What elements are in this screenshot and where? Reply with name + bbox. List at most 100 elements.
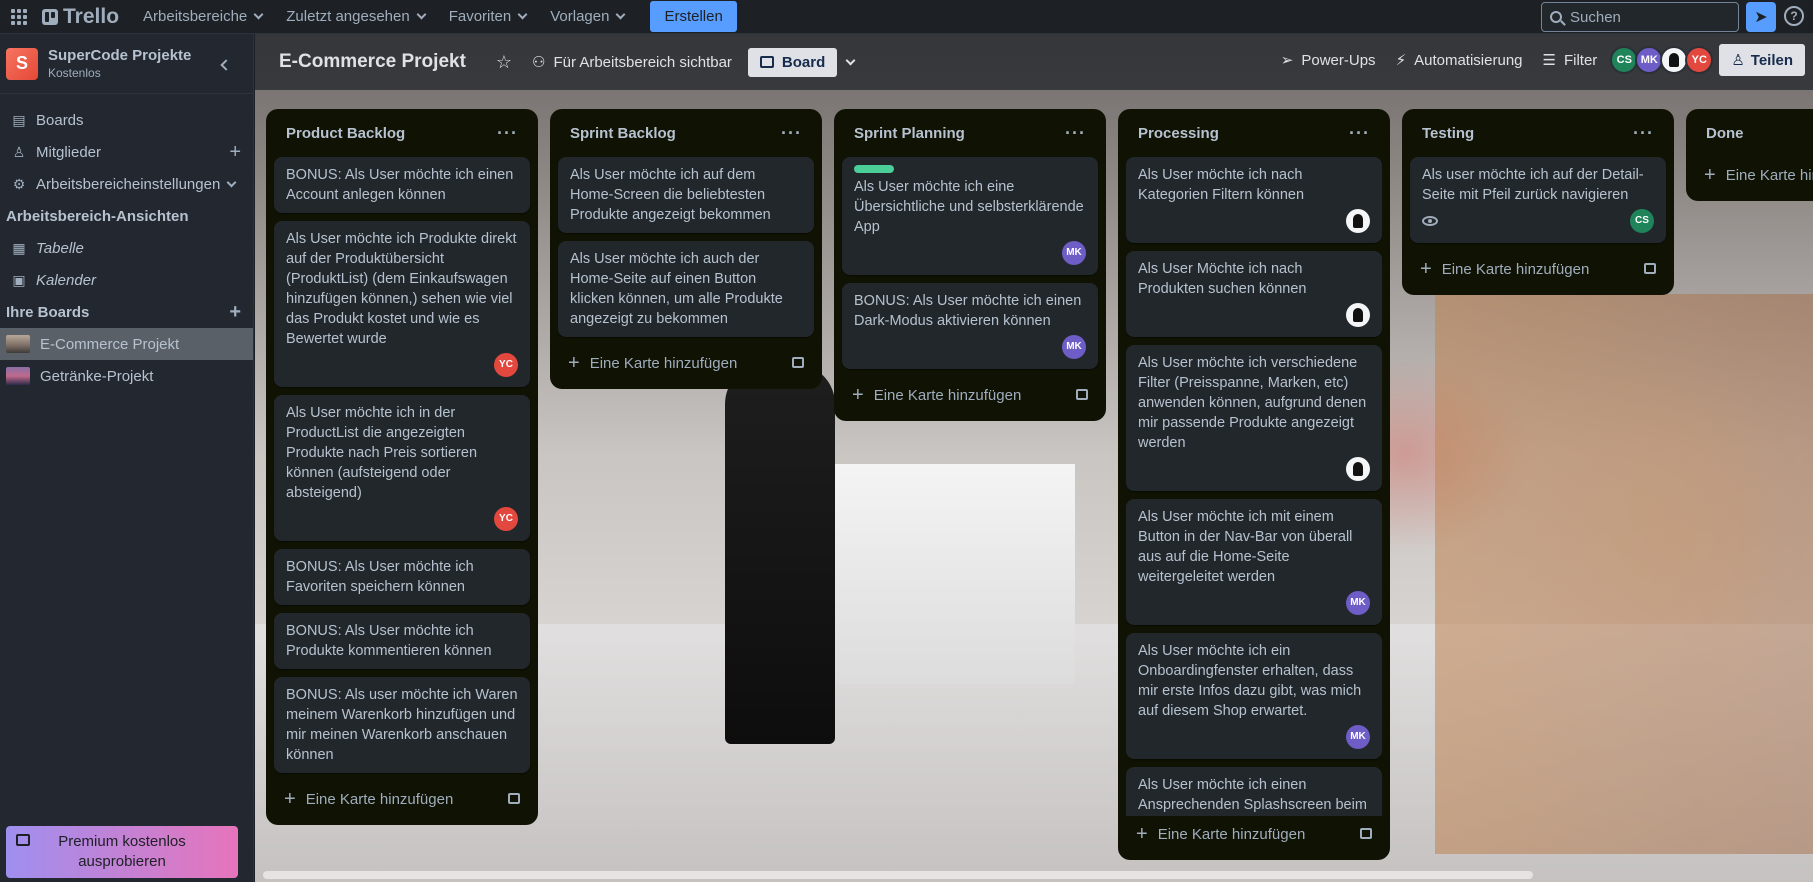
gear-icon: ⚙ xyxy=(12,175,26,192)
nav-workspaces-label: Arbeitsbereiche xyxy=(143,8,248,25)
list-title[interactable]: Sprint Backlog xyxy=(570,125,676,142)
member-avatar-photo[interactable] xyxy=(1660,46,1689,74)
sidebar-item-members[interactable]: ♙ Mitglieder + xyxy=(0,136,253,168)
card-text: BONUS: Als User möchte ich einen Account… xyxy=(286,167,514,203)
card[interactable]: BONUS: Als User möchte ich Favoriten spe… xyxy=(274,549,530,605)
list-cards-scroll[interactable]: Als User möchte ich nach Kategorien Filt… xyxy=(1126,157,1382,816)
member-avatar[interactable]: CS xyxy=(1610,46,1639,74)
nav-recent[interactable]: Zuletzt angesehen xyxy=(274,2,436,31)
more-icon[interactable]: ··· xyxy=(1065,123,1086,144)
sidebar-board-getraenke[interactable]: Getränke-Projekt xyxy=(0,360,253,392)
list-header[interactable]: Product Backlog ··· xyxy=(274,109,530,157)
card[interactable]: Als User möchte ich nach Kategorien Filt… xyxy=(1126,157,1382,243)
rocket-icon: ➢ xyxy=(1280,52,1294,69)
more-icon[interactable]: ··· xyxy=(1633,123,1654,144)
list-title[interactable]: Done xyxy=(1706,125,1744,142)
collapse-sidebar-button[interactable] xyxy=(212,53,236,77)
member-avatar: CS xyxy=(1630,209,1654,233)
member-avatar[interactable]: MK xyxy=(1635,46,1664,74)
workspace-plan: Kostenlos xyxy=(48,66,101,80)
share-button[interactable]: ♙ Teilen xyxy=(1719,44,1805,76)
template-icon[interactable] xyxy=(1360,828,1372,839)
view-board-button[interactable]: Board xyxy=(747,47,838,77)
card[interactable]: Als User möchte ich auf dem Home-Screen … xyxy=(558,157,814,233)
more-icon[interactable]: ··· xyxy=(1349,123,1370,144)
list-header[interactable]: Sprint Backlog ··· xyxy=(558,109,814,157)
nav-workspaces[interactable]: Arbeitsbereiche xyxy=(131,2,274,31)
card[interactable]: Als user möchte ich auf der Detail-Seite… xyxy=(1410,157,1666,243)
template-icon[interactable] xyxy=(508,793,520,804)
board-title[interactable]: E-Commerce Projekt xyxy=(279,51,466,73)
template-icon[interactable] xyxy=(1644,263,1656,274)
card-label-green[interactable] xyxy=(854,165,894,173)
premium-label: Premium kostenlos ausprobieren xyxy=(58,833,186,870)
horizontal-scrollbar[interactable] xyxy=(263,871,1533,879)
card[interactable]: BONUS: Als User möchte ich einen Account… xyxy=(274,157,530,213)
card[interactable]: Als User Möchte ich nach Produkten suche… xyxy=(1126,251,1382,337)
workspace-name[interactable]: SuperCode Projekte xyxy=(48,47,191,64)
sidebar-board-ecommerce[interactable]: E-Commerce Projekt xyxy=(0,328,253,360)
add-card-button[interactable]: + Eine Karte hinzufügen xyxy=(558,345,814,381)
list-header[interactable]: Testing ··· xyxy=(1410,109,1666,157)
sidebar-item-calendar[interactable]: ▣ Kalender xyxy=(0,264,253,296)
star-button[interactable]: ☆ xyxy=(486,46,522,79)
view-switcher-button[interactable] xyxy=(837,55,864,70)
sidebar-board-label: E-Commerce Projekt xyxy=(40,335,180,353)
card[interactable]: Als User möchte ich ein Onboardingfenste… xyxy=(1126,633,1382,759)
template-icon[interactable] xyxy=(792,357,804,368)
card-text: Als User möchte ich ein Onboardingfenste… xyxy=(1138,643,1362,719)
nav-templates[interactable]: Vorlagen xyxy=(538,2,636,31)
sidebar-item-settings[interactable]: ⚙ Arbeitsbereicheinstellungen xyxy=(0,168,253,200)
create-button[interactable]: Erstellen xyxy=(650,1,737,32)
trello-logo[interactable]: Trello xyxy=(42,5,119,29)
card[interactable]: Als User möchte ich auch der Home-Seite … xyxy=(558,241,814,337)
workspace-avatar[interactable]: S xyxy=(6,47,38,80)
card-text: Als User Möchte ich nach Produkten suche… xyxy=(1138,261,1307,297)
add-member-icon[interactable]: + xyxy=(229,142,241,162)
add-board-icon[interactable]: + xyxy=(229,302,241,322)
app-switcher-icon[interactable] xyxy=(8,6,30,28)
sidebar-item-label: Kalender xyxy=(36,271,97,289)
filter-button[interactable]: ☰ Filter xyxy=(1533,45,1608,75)
nav-starred[interactable]: Favoriten xyxy=(437,2,539,31)
list-header[interactable]: Done xyxy=(1694,109,1813,157)
list-title[interactable]: Product Backlog xyxy=(286,125,405,142)
add-card-button[interactable]: + Eine Karte hinzufügen xyxy=(274,781,530,817)
sidebar-item-boards[interactable]: ▤ Boards xyxy=(0,104,253,136)
automation-button[interactable]: ⚡ Automatisierung xyxy=(1386,45,1533,75)
list-header[interactable]: Processing ··· xyxy=(1126,109,1382,157)
list-title[interactable]: Testing xyxy=(1422,125,1474,142)
sidebar-item-table[interactable]: ▦ Tabelle xyxy=(0,232,253,264)
plus-icon: + xyxy=(284,788,296,810)
chevron-down-icon xyxy=(615,9,626,20)
more-icon[interactable]: ··· xyxy=(781,123,802,144)
add-card-button[interactable]: + Eine Karte hinzufügen xyxy=(1410,251,1666,287)
card[interactable]: Als User möchte ich mit einem Button in … xyxy=(1126,499,1382,625)
help-icon[interactable]: ? xyxy=(1784,6,1804,26)
visibility-button[interactable]: ⚇ Für Arbeitsbereich sichtbar xyxy=(522,47,742,77)
list-title[interactable]: Sprint Planning xyxy=(854,125,965,142)
powerups-button[interactable]: ➢ Power-Ups xyxy=(1271,45,1386,75)
card[interactable]: Als User möchte ich einen Ansprechenden … xyxy=(1126,767,1382,816)
add-card-button[interactable]: + Eine Karte hinzufügen xyxy=(1126,816,1382,852)
template-icon[interactable] xyxy=(1076,389,1088,400)
more-icon[interactable]: ··· xyxy=(497,123,518,144)
member-avatar[interactable]: YC xyxy=(1685,46,1714,74)
megaphone-icon: ➤ xyxy=(1754,9,1768,26)
table-icon: ▦ xyxy=(12,239,26,256)
card[interactable]: BONUS: Als User möchte ich einen Dark-Mo… xyxy=(842,283,1098,369)
filter-icon: ☰ xyxy=(1542,52,1556,69)
card[interactable]: Als User möchte ich in der ProductList d… xyxy=(274,395,530,541)
card[interactable]: Als User möchte ich verschiedene Filter … xyxy=(1126,345,1382,491)
search-input[interactable]: Suchen xyxy=(1541,2,1739,32)
list-title[interactable]: Processing xyxy=(1138,125,1219,142)
add-card-button[interactable]: + Eine Karte hinzufügen xyxy=(1694,157,1813,193)
card[interactable]: Als User möchte ich eine Übersichtliche … xyxy=(842,157,1098,275)
card[interactable]: BONUS: Als User möchte ich Produkte komm… xyxy=(274,613,530,669)
list-header[interactable]: Sprint Planning ··· xyxy=(842,109,1098,157)
premium-trial-button[interactable]: Premium kostenlos ausprobieren xyxy=(6,826,238,878)
notifications-button[interactable]: ➤ xyxy=(1746,2,1776,32)
card[interactable]: Als User möchte ich Produkte direkt auf … xyxy=(274,221,530,387)
add-card-button[interactable]: + Eine Karte hinzufügen xyxy=(842,377,1098,413)
card[interactable]: BONUS: Als user möchte ich Waren meinem … xyxy=(274,677,530,773)
